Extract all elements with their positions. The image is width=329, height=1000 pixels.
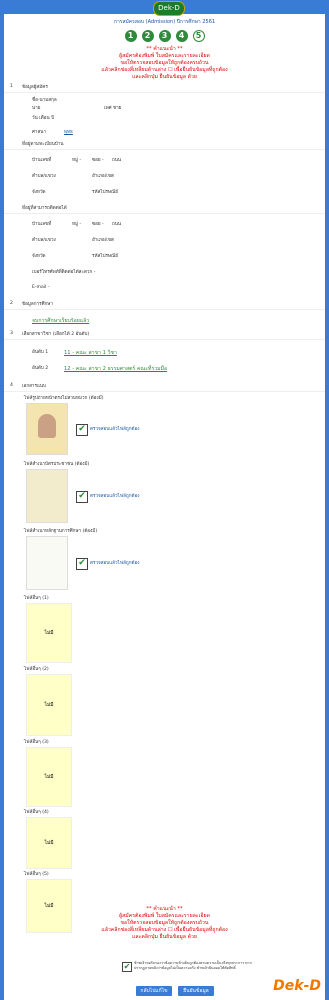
submit-button[interactable]: ยืนยันข้อมูล [178,986,214,996]
section-1-title: ข้อมูลผู้สมัคร [22,85,48,90]
section-4-title: เอกสารแนบ [22,384,46,389]
other-file-1-box: ไม่มี [26,603,72,663]
step-2: 2 [141,30,154,42]
page: Dek-D การสมัครสอบ (Admission) ปีการศึกษา… [4,0,325,1000]
divider [4,213,325,214]
other-file-2-label: ไฟล์อื่นๆ (2) [24,667,49,672]
home-address-title: ที่อยู่ตามทะเบียนบ้าน [22,142,64,147]
divider [4,339,325,340]
dekd-watermark: Dek-D [273,978,321,994]
home-houseno-label: บ้านเลขที่ [32,158,52,163]
contact-subdistrict-label: ตำบล/แขวง [32,238,56,243]
name-label: ชื่อ-นามสกุล [32,98,57,103]
home-moo-label: หมู่ - [72,158,82,163]
warning-title: ** คำแนะนำ ** [146,46,183,52]
home-road-label: ถนน [112,158,122,163]
email-label: E-mail - [32,285,50,290]
religion-label: ศาสนา [32,130,47,135]
section-3-title: เลือกสาขาวิชา (เลือกได้ 2 อันดับ) [22,332,90,337]
choice-1-label: อันดับ 1 [32,350,49,355]
footer-print-link[interactable]: ผู้สมัครต้องพิมพ์ ใบสมัครและรายละเอียด [4,913,325,920]
university-logo: Dek-D [153,1,185,16]
warning-line-5: และคลิกปุ่ม ยืนยันข้อมูล ด้วย [132,74,197,80]
transcript-upload-label: ไฟล์สำเนาหลักฐานการศึกษา (ต้องมี) [24,529,98,534]
step-indicator: 1 2 3 4 5 [4,30,325,42]
section-2-title: ข้อมูลการศึกษา [22,302,53,307]
other-file-2-box: ไม่มี [26,674,72,736]
photo-verify-label: ตรวจสอบแล้วไฟล์ถูกต้อง [90,427,140,432]
form-body: 1 ข้อมูลผู้สมัคร ชื่อ-นามสกุล นาย เพศ ชา… [4,81,325,961]
home-subdistrict-label: ตำบล/แขวง [32,174,56,179]
step-4: 4 [175,30,188,42]
home-postcode-label: รหัสไปรษณีย์ [92,190,118,195]
home-province-label: จังหวัด [32,190,46,195]
choice-2-label: อันดับ 2 [32,366,49,371]
contact-moo-label: หมู่ - [72,222,82,227]
divider [4,92,325,93]
photo-upload-label: ไฟล์รูปถ่ายหน้าตรงไม่สวมหมวก (ต้องมี) [24,396,104,401]
top-bar: Dek-D [4,0,325,16]
photo-verify-checkbox[interactable]: ✔ [76,424,88,436]
transcript-verify-checkbox[interactable]: ✔ [76,558,88,570]
footer-warning-line-3: ขอให้ตรวจสอบข้อมูลให้ถูกต้องครบถ้วน [120,920,209,926]
footer-warning-line-5: และคลิกปุ่ม ยืนยันข้อมูล ด้วย [132,934,197,940]
section-3-number: 3 [10,331,13,336]
divider [4,309,325,310]
footer-warning-line-4: แล้วคลิกช่องสี่เหลี่ยมด้านล่าง ☐ เพื่อยื… [101,927,228,933]
religion-value: พุทธ [64,130,73,135]
section-4-number: 4 [10,383,13,388]
section-2-number: 2 [10,301,13,306]
contact-address-title: ที่อยู่ที่สามารถติดต่อได้ [22,206,67,211]
confirm-checkbox[interactable]: ✔ [122,962,132,972]
step-5: 5 [192,30,205,42]
other-file-4-box: ไม่มี [26,817,72,869]
section-1-number: 1 [10,84,13,89]
divider [4,391,325,392]
footer-warning: ** คำแนะนำ ** ผู้สมัครต้องพิมพ์ ใบสมัครแ… [4,906,325,941]
contact-soi-label: ซอย - [92,222,104,227]
other-file-4-label: ไฟล์อื่นๆ (4) [24,810,49,815]
step-1: 1 [124,30,137,42]
footer-warning-title: ** คำแนะนำ ** [146,906,183,912]
back-button[interactable]: กลับไปแก้ไข [136,986,172,996]
contact-houseno-label: บ้านเลขที่ [32,222,52,227]
home-soi-label: ซอย - [92,158,104,163]
choice-1-value: 11 - คณะ สาขา 1 วิชา [64,350,117,356]
transcript-thumbnail[interactable] [26,536,68,590]
contact-district-label: อำเภอ/เขต [92,238,114,243]
warning-print-link[interactable]: ผู้สมัครต้องพิมพ์ ใบสมัครและรายละเอียด [4,53,325,60]
idcard-verify-checkbox[interactable]: ✔ [76,491,88,503]
other-file-1-label: ไฟล์อื่นๆ (1) [24,596,49,601]
prefix-value: นาย [32,106,41,111]
choice-2-value: 12 - คณะ สาขา 2 ธรรมศาสตร์ คณะที่ร่วมมือ [64,366,168,372]
transcript-verify-label: ตรวจสอบแล้วไฟล์ถูกต้อง [90,561,140,566]
idcard-thumbnail[interactable] [26,469,68,523]
home-district-label: อำเภอ/เขต [92,174,114,179]
divider [4,149,325,150]
page-subtitle: การสมัครสอบ (Admission) ปีการศึกษา 2561 [113,19,216,25]
warning-box: ** คำแนะนำ ** ผู้สมัครต้องพิมพ์ ใบสมัครแ… [4,46,325,81]
warning-line-3: ขอให้ตรวจสอบข้อมูลให้ถูกต้องครบถ้วน [120,60,209,66]
other-file-3-label: ไฟล์อื่นๆ (3) [24,740,49,745]
contact-province-label: จังหวัด [32,254,46,259]
confirm-text: ข้าพเจ้าขอรับรองว่าข้อความข้างต้นถูกต้อง… [134,961,252,970]
idcard-upload-label: ไฟล์สำเนาบัตรประชาชน (ต้องมี) [24,462,90,467]
education-status: จบการศึกษาเรียบร้อยแล้ว [32,318,90,324]
contact-postcode-label: รหัสไปรษณีย์ [92,254,118,259]
idcard-verify-label: ตรวจสอบแล้วไฟล์ถูกต้อง [90,494,140,499]
gender-value: เพศ ชาย [104,106,122,111]
dob-label: วัน เดือน ปี [32,116,55,121]
other-file-5-label: ไฟล์อื่นๆ (5) [24,872,49,877]
other-file-3-box: ไม่มี [26,747,72,807]
contact-road-label: ถนน [112,222,122,227]
warning-line-4: แล้วคลิกช่องสี่เหลี่ยมด้านล่าง ☐ เพื่อยื… [101,67,228,73]
step-3: 3 [158,30,171,42]
phone-label: เบอร์โทรศัพท์ที่ติดต่อได้สะดวก - [32,270,96,275]
face-image [38,414,56,438]
photo-thumbnail[interactable] [26,403,68,455]
